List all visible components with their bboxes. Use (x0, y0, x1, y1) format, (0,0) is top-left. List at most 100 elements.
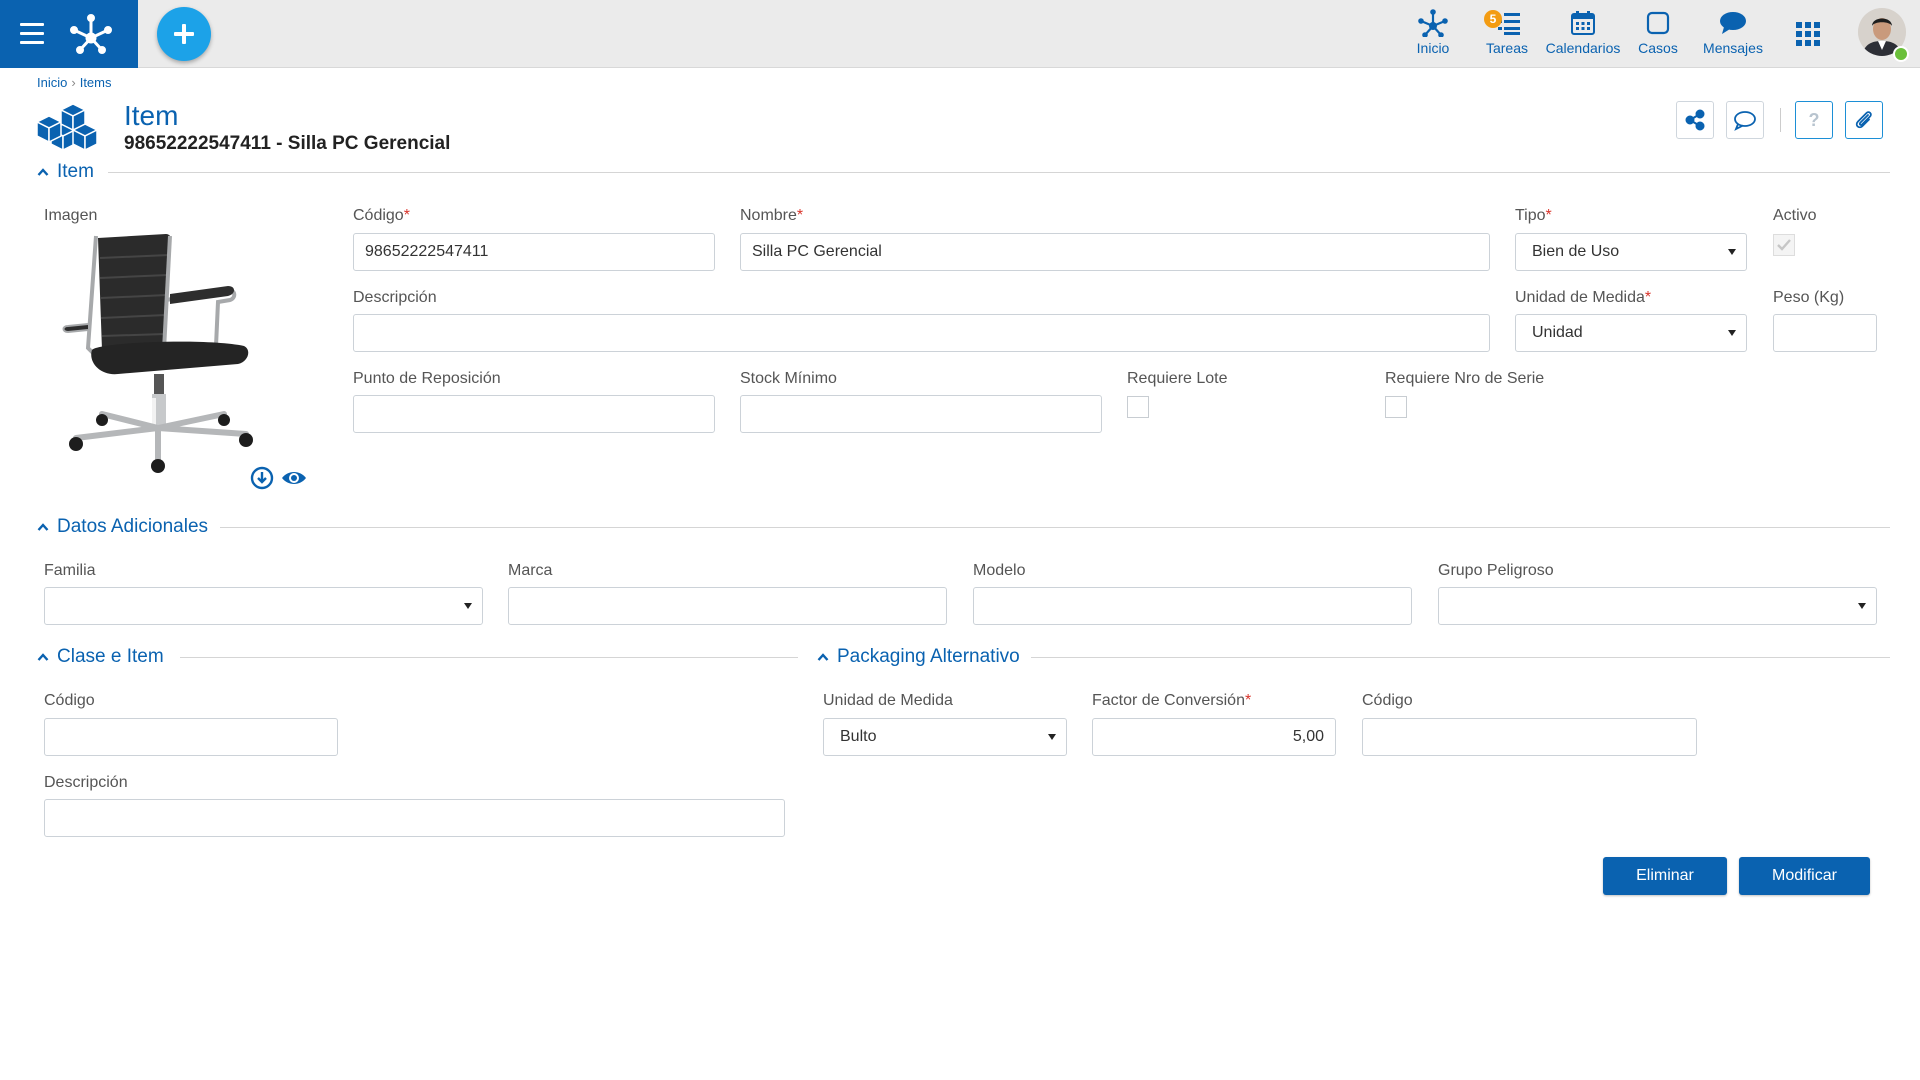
view-eye-icon[interactable] (280, 468, 308, 488)
svg-text:?: ? (1809, 110, 1820, 130)
section-item-toggle[interactable]: Item (37, 160, 94, 184)
share-nodes-icon (1685, 109, 1705, 131)
descripcion-label: Descripción (353, 289, 437, 306)
add-button[interactable] (157, 7, 211, 61)
descripcion-input[interactable] (353, 314, 1490, 352)
section-item-title: Item (57, 161, 94, 182)
modificar-button[interactable]: Modificar (1739, 857, 1870, 895)
requiere-lote-label: Requiere Lote (1127, 370, 1228, 387)
section-clase-item-toggle[interactable]: Clase e Item (37, 645, 164, 669)
online-status-indicator (1893, 46, 1909, 62)
peso-input[interactable] (1773, 314, 1877, 352)
unidad-medida-select[interactable]: Unidad (1515, 314, 1747, 352)
cases-icon (1646, 11, 1670, 35)
marca-input[interactable] (508, 587, 947, 625)
chevron-up-icon (37, 523, 49, 531)
requiere-lote-checkbox[interactable] (1127, 396, 1149, 418)
speech-bubble-icon (1734, 111, 1756, 131)
nombre-input[interactable]: Silla PC Gerencial (740, 233, 1490, 271)
tipo-label: Tipo* (1515, 207, 1552, 225)
nav-calendarios[interactable]: Calendarios (1545, 8, 1621, 60)
familia-select[interactable] (44, 587, 483, 625)
download-icon[interactable] (250, 466, 274, 490)
punto-reposicion-label: Punto de Reposición (353, 370, 501, 387)
factor-conversion-label: Factor de Conversión* (1092, 692, 1251, 710)
top-bar: Inicio 5 Tareas Calendarios Casos Mensaj… (0, 0, 1920, 68)
tasks-badge: 5 (1484, 10, 1502, 28)
familia-label: Familia (44, 562, 96, 579)
modelo-input[interactable] (973, 587, 1412, 625)
logo-icon[interactable] (68, 12, 114, 54)
nav-mensajes[interactable]: Mensajes (1700, 8, 1766, 60)
chevron-up-icon (37, 653, 49, 661)
help-button[interactable]: ? (1795, 101, 1833, 139)
section-clase-item-title: Clase e Item (57, 646, 164, 667)
caret-down-icon (464, 603, 472, 609)
home-network-icon (1418, 9, 1448, 37)
required-mark: * (403, 207, 410, 224)
packaging-codigo-label: Código (1362, 692, 1413, 709)
hamburger-menu-icon[interactable] (20, 23, 44, 45)
apps-grid-icon[interactable] (1796, 22, 1820, 46)
clase-codigo-label: Código (44, 692, 95, 709)
paperclip-icon (1855, 111, 1872, 129)
packaging-unidad-label: Unidad de Medida (823, 692, 953, 709)
activo-checkbox[interactable] (1773, 234, 1795, 256)
nav-tareas-label: Tareas (1485, 40, 1529, 56)
grupo-peligroso-select[interactable] (1438, 587, 1877, 625)
required-mark: * (796, 207, 804, 224)
tipo-select[interactable]: Bien de Uso (1515, 233, 1747, 271)
clase-descripcion-label: Descripción (44, 774, 128, 791)
section-packaging-title: Packaging Alternativo (837, 646, 1020, 667)
stock-minimo-label: Stock Mínimo (740, 370, 837, 387)
marca-label: Marca (508, 562, 553, 579)
page-title: Item (124, 100, 179, 131)
clase-codigo-input[interactable] (44, 718, 338, 756)
stock-minimo-input[interactable] (740, 395, 1102, 433)
tipo-select-value: Bien de Uso (1532, 243, 1620, 260)
grupo-peligroso-label: Grupo Peligroso (1438, 562, 1554, 579)
requiere-serie-label: Requiere Nro de Serie (1385, 370, 1545, 387)
chevron-up-icon (817, 653, 829, 661)
unidad-medida-select-value: Unidad (1532, 324, 1583, 341)
section-packaging-toggle[interactable]: Packaging Alternativo (817, 645, 1020, 669)
nombre-label-text: Nombre (740, 207, 797, 224)
item-image (62, 234, 253, 473)
section-datos-adicionales-toggle[interactable]: Datos Adicionales (37, 515, 208, 539)
section-divider (180, 657, 798, 658)
attachment-button[interactable] (1845, 101, 1883, 139)
breadcrumb-separator: › (71, 75, 76, 90)
factor-conversion-label-text: Factor de Conversión (1092, 692, 1245, 709)
eliminar-button[interactable]: Eliminar (1603, 857, 1727, 895)
tipo-label-text: Tipo (1515, 207, 1546, 224)
factor-conversion-input[interactable]: 5,00 (1092, 718, 1336, 756)
caret-down-icon (1048, 734, 1056, 740)
nav-calendarios-label: Calendarios (1545, 40, 1621, 56)
imagen-label: Imagen (44, 207, 98, 224)
caret-down-icon (1858, 603, 1866, 609)
peso-label: Peso (Kg) (1773, 289, 1845, 306)
packaging-codigo-input[interactable] (1362, 718, 1697, 756)
packaging-unidad-select[interactable]: Bulto (823, 718, 1067, 756)
share-button[interactable] (1676, 101, 1714, 139)
clase-descripcion-input[interactable] (44, 799, 785, 837)
nombre-label: Nombre* (740, 207, 803, 225)
nav-tareas[interactable]: 5 Tareas (1484, 8, 1530, 60)
breadcrumb: Inicio › Items (37, 75, 112, 90)
punto-reposicion-input[interactable] (353, 395, 715, 433)
comments-button[interactable] (1726, 101, 1764, 139)
question-mark-icon: ? (1809, 110, 1820, 130)
required-mark: * (1244, 692, 1252, 709)
required-mark: * (1644, 289, 1652, 306)
nav-inicio[interactable]: Inicio (1408, 8, 1458, 60)
codigo-input[interactable]: 98652222547411 (353, 233, 715, 271)
brand-area (0, 0, 138, 68)
checkmark-icon (1777, 239, 1791, 251)
unidad-medida-label: Unidad de Medida* (1515, 289, 1651, 307)
codigo-label: Código* (353, 207, 410, 225)
requiere-serie-checkbox[interactable] (1385, 396, 1407, 418)
unidad-medida-label-text: Unidad de Medida (1515, 289, 1645, 306)
nav-casos[interactable]: Casos (1636, 8, 1680, 60)
breadcrumb-home-link[interactable]: Inicio (37, 75, 67, 90)
breadcrumb-items-link[interactable]: Items (80, 75, 112, 90)
